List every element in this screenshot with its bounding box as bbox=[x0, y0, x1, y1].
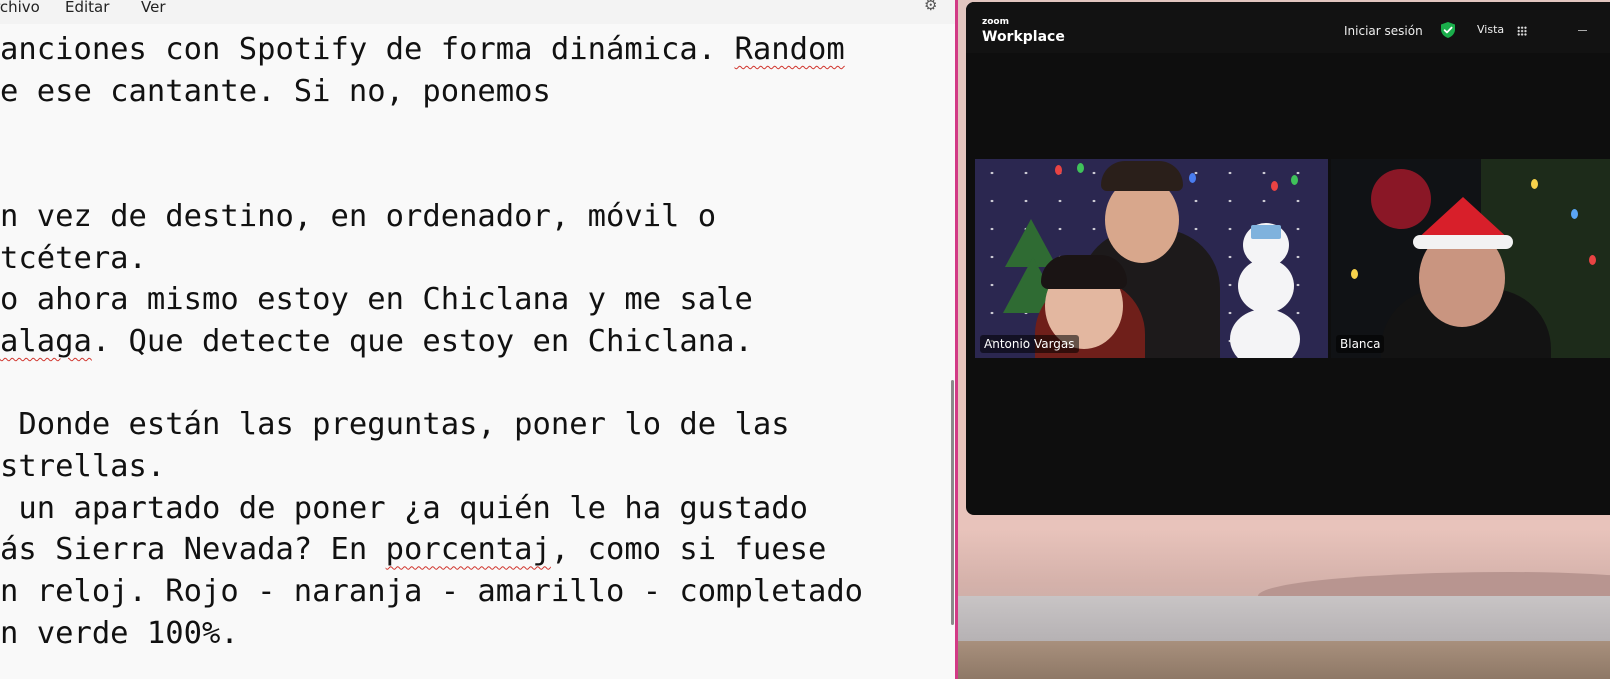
snowman-icon bbox=[1238, 259, 1294, 313]
santa-hat-trim bbox=[1413, 235, 1513, 249]
view-button[interactable]: Vista bbox=[1477, 23, 1504, 36]
light-bulb bbox=[1351, 269, 1358, 279]
text-line: tcétera. bbox=[0, 239, 147, 279]
text-line: n reloj. Rojo - naranja - amarillo - com… bbox=[0, 572, 863, 612]
text-line: e ese cantante. Si no, ponemos bbox=[0, 72, 551, 112]
vertical-scrollbar[interactable] bbox=[951, 380, 954, 625]
light-bulb bbox=[1531, 179, 1538, 189]
wallpaper-water bbox=[958, 596, 1610, 641]
text-editor[interactable]: anciones con Spotify de forma dinámica. … bbox=[0, 30, 959, 679]
text-segment: n vez de destino, en ordenador, móvil o bbox=[0, 198, 717, 234]
text-segment: strellas. bbox=[0, 449, 166, 484]
text-segment: tcétera. bbox=[0, 240, 147, 276]
text-segment: n verde 100%. bbox=[0, 615, 239, 651]
light-bulb bbox=[1291, 175, 1298, 185]
shield-check-icon[interactable] bbox=[1439, 21, 1457, 39]
participant-name: Antonio Vargas bbox=[980, 335, 1079, 353]
misspelled-word: alaga bbox=[0, 323, 92, 359]
minimize-icon[interactable] bbox=[1578, 30, 1587, 31]
snowman-hat-icon bbox=[1251, 225, 1281, 239]
zoom-window: zoom Workplace Iniciar sesión Vista Anto… bbox=[966, 2, 1610, 515]
zoom-product-name: Workplace bbox=[982, 29, 1065, 45]
menu-view[interactable]: Ver bbox=[141, 0, 166, 15]
light-bulb bbox=[1077, 163, 1084, 173]
text-line: strellas. bbox=[0, 447, 165, 487]
text-line: anciones con Spotify de forma dinámica. … bbox=[0, 30, 845, 70]
menu-bar: rchivo Editar Ver ⚙ bbox=[0, 0, 959, 24]
text-segment: anciones con Spotify de forma dinámica. bbox=[0, 32, 735, 67]
settings-gear-icon[interactable]: ⚙ bbox=[924, 0, 937, 14]
light-bulb bbox=[1571, 209, 1578, 219]
text-line: Donde están las preguntas, poner lo de l… bbox=[0, 405, 790, 445]
text-segment: n reloj. Rojo - naranja - amarillo - com… bbox=[0, 574, 864, 610]
zoom-title-bar: zoom Workplace Iniciar sesión Vista bbox=[966, 2, 1610, 53]
text-segment: Donde están las preguntas, poner lo de l… bbox=[0, 407, 790, 443]
text-segment: o ahora mismo estoy en Chiclana y me sal… bbox=[0, 282, 753, 318]
light-bulb bbox=[1271, 181, 1278, 191]
wallpaper-grass bbox=[958, 641, 1610, 679]
text-line: alaga. Que detecte que estoy en Chiclana… bbox=[0, 322, 753, 362]
light-bulb bbox=[1189, 173, 1196, 183]
light-bulb bbox=[1055, 165, 1062, 175]
video-tile-antonio[interactable]: Antonio Vargas bbox=[975, 159, 1328, 358]
text-segment: , como si fuese bbox=[550, 532, 827, 568]
text-line: ás Sierra Nevada? En porcentaj, como si … bbox=[0, 530, 826, 570]
misspelled-word: porcentaj bbox=[385, 532, 551, 568]
text-segment: un apartado de poner ¿a quién le ha gust… bbox=[0, 490, 808, 526]
sign-in-button[interactable]: Iniciar sesión bbox=[1344, 24, 1423, 38]
notepad-window: rchivo Editar Ver ⚙ anciones con Spotify… bbox=[0, 0, 959, 679]
grid-icon[interactable] bbox=[1517, 26, 1527, 36]
text-line: o ahora mismo estoy en Chiclana y me sal… bbox=[0, 280, 753, 320]
menu-edit[interactable]: Editar bbox=[65, 0, 109, 15]
light-bulb bbox=[1589, 255, 1596, 265]
text-line: n verde 100%. bbox=[0, 614, 239, 654]
text-segment: . Que detecte que estoy en Chiclana. bbox=[91, 323, 753, 359]
participant-name: Blanca bbox=[1336, 335, 1385, 353]
video-tile-blanca[interactable]: Blanca bbox=[1331, 159, 1610, 358]
text-line: n vez de destino, en ordenador, móvil o bbox=[0, 197, 716, 237]
zoom-logo: zoom bbox=[982, 17, 1009, 27]
menu-file[interactable]: rchivo bbox=[0, 0, 40, 15]
participant-hair bbox=[1101, 161, 1183, 191]
text-segment: e ese cantante. Si no, ponemos bbox=[0, 73, 551, 109]
text-line: un apartado de poner ¿a quién le ha gust… bbox=[0, 489, 808, 529]
misspelled-word: Random bbox=[734, 32, 845, 67]
participant-hair bbox=[1041, 255, 1127, 289]
text-segment: ás Sierra Nevada? En bbox=[0, 532, 386, 568]
